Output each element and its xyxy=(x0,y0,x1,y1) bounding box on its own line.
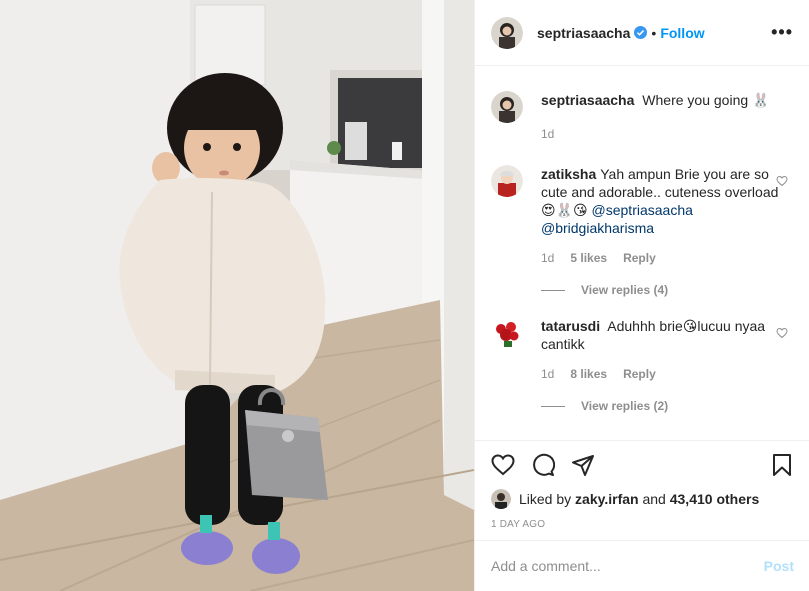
view-replies-label[interactable]: View replies (4) xyxy=(581,283,668,297)
post-photo[interactable] xyxy=(0,0,474,591)
comment-avatar[interactable] xyxy=(491,317,523,349)
comment-body: tatarusdi Aduhhh brie😘lucuu nyaa cantikk… xyxy=(541,317,794,383)
action-icons-row xyxy=(491,441,794,489)
paper-plane-icon[interactable] xyxy=(571,453,595,477)
comment-text-block: zatiksha Yah ampun Brie you are so cute a… xyxy=(541,165,794,237)
post-actions: Liked by zaky.irfan and 43,410 others 1 … xyxy=(475,440,809,540)
comment-likes[interactable]: 8 likes xyxy=(570,365,607,383)
caption-body: septriasaacha Where you going 🐰 1d xyxy=(541,91,794,143)
post-date[interactable]: 1 DAY AGO xyxy=(491,519,794,530)
mention-link[interactable]: @septriasaacha xyxy=(592,202,693,218)
author-avatar[interactable] xyxy=(491,16,523,49)
caption-text-line: septriasaacha Where you going 🐰 xyxy=(541,91,794,109)
post-detail-panel: septriasaacha • Follow ••• septriasaacha… xyxy=(474,0,809,591)
comment-meta: 1d 8 likes Reply xyxy=(541,365,794,383)
header-separator: • xyxy=(651,24,657,41)
comment-meta: 1d 5 likes Reply xyxy=(541,249,794,267)
likes-joiner: and xyxy=(642,491,666,507)
reply-button[interactable]: Reply xyxy=(623,249,656,267)
caption-text: Where you going 🐰 xyxy=(642,92,770,108)
bookmark-icon[interactable] xyxy=(770,453,794,477)
caption: septriasaacha Where you going 🐰 1d xyxy=(491,91,794,143)
view-replies-button[interactable]: View replies (2) xyxy=(541,399,794,413)
author-username[interactable]: septriasaacha xyxy=(537,25,630,41)
likes-prefix: Liked by xyxy=(519,491,572,507)
heart-icon[interactable] xyxy=(491,453,515,477)
comment-body: zatiksha Yah ampun Brie you are so cute a… xyxy=(541,165,794,267)
comment-username[interactable]: tatarusdi xyxy=(541,318,600,334)
verified-badge-icon xyxy=(634,26,648,39)
comment-time[interactable]: 1d xyxy=(541,249,554,267)
comment-text-block: tatarusdi Aduhhh brie😘lucuu nyaa cantikk xyxy=(541,317,794,353)
post-comment-button[interactable]: Post xyxy=(764,558,794,574)
comment-item: zatiksha Yah ampun Brie you are so cute a… xyxy=(491,165,794,267)
comment-likes[interactable]: 5 likes xyxy=(570,249,607,267)
comment-item: tatarusdi Aduhhh brie😘lucuu nyaa cantikk… xyxy=(491,317,794,383)
liker-username[interactable]: zaky.irfan xyxy=(575,491,639,507)
reply-button[interactable]: Reply xyxy=(623,365,656,383)
comment-input[interactable] xyxy=(491,558,764,574)
comment-avatar[interactable] xyxy=(491,165,523,197)
caption-time[interactable]: 1d xyxy=(541,125,554,143)
caption-username[interactable]: septriasaacha xyxy=(541,92,634,108)
post-header: septriasaacha • Follow ••• xyxy=(475,0,809,66)
likes-others-link[interactable]: 43,410 others xyxy=(670,491,760,507)
caption-avatar[interactable] xyxy=(491,91,523,123)
replies-divider xyxy=(541,289,565,291)
more-options-icon[interactable]: ••• xyxy=(771,22,793,43)
liker-avatar[interactable] xyxy=(491,489,511,509)
view-replies-label[interactable]: View replies (2) xyxy=(581,399,668,413)
replies-divider xyxy=(541,405,565,407)
photo-illustration xyxy=(0,0,474,591)
mention-link[interactable]: @bridgiakharisma xyxy=(541,220,654,236)
comment-time[interactable]: 1d xyxy=(541,365,554,383)
comment-username[interactable]: zatiksha xyxy=(541,166,596,182)
caption-meta: 1d xyxy=(541,125,794,143)
follow-button[interactable]: Follow xyxy=(660,25,704,41)
comment-bubble-icon[interactable] xyxy=(531,453,555,477)
comments-list[interactable]: septriasaacha Where you going 🐰 1d zatik… xyxy=(475,67,809,440)
add-comment-bar: Post xyxy=(475,540,809,591)
comment-heart-icon[interactable] xyxy=(776,175,788,187)
view-replies-button[interactable]: View replies (4) xyxy=(541,283,794,297)
comment-heart-icon[interactable] xyxy=(776,327,788,339)
likes-summary: Liked by zaky.irfan and 43,410 others xyxy=(491,489,794,509)
